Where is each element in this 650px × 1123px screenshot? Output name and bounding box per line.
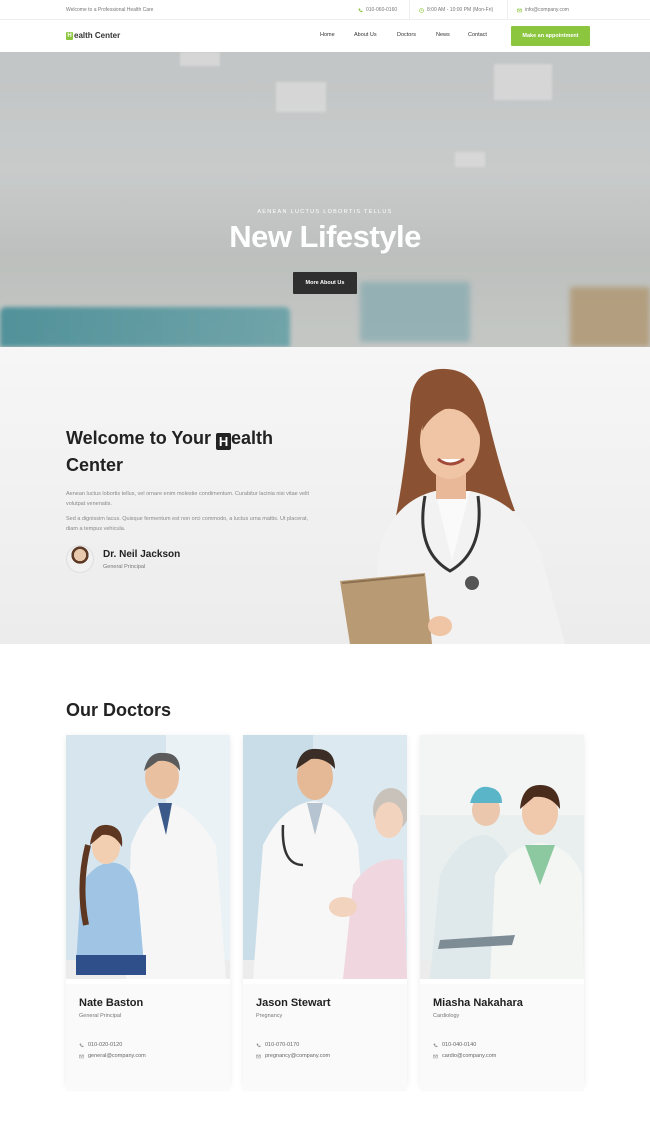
doctor-card[interactable]: Nate Baston General Principal 010-020-01… <box>66 735 230 1091</box>
doctor-role: General Principal <box>79 1013 122 1019</box>
welcome-title: Welcome to Your Health Center <box>66 425 326 479</box>
doctor-name: Jason Stewart <box>256 997 331 1009</box>
hero-kicker: Aenean luctus lobortis tellus <box>257 209 393 215</box>
more-about-button[interactable]: More About Us <box>293 272 357 294</box>
welcome-text: Welcome to a Professional Health Care <box>66 7 154 13</box>
welcome-paragraph-2: Sed a dignissim lacus. Quisque fermentum… <box>66 516 309 532</box>
email-text: pregnancy@company.com <box>265 1053 331 1059</box>
doctor-role: Cardiology <box>433 1013 460 1019</box>
site-logo[interactable]: H ealth Center <box>66 31 120 40</box>
mail-icon <box>433 1054 438 1058</box>
doctor-email[interactable]: pregnancy@company.com <box>256 1053 330 1059</box>
hours-text: 8:00 AM - 10:00 PM (Mon-Fri) <box>427 7 494 13</box>
email-info[interactable]: info@company.com <box>517 7 569 13</box>
appointment-button[interactable]: Make an appointment <box>511 26 590 46</box>
logo-mark: H <box>66 31 73 40</box>
email-text: cardio@company.com <box>442 1053 497 1059</box>
nav-item-home[interactable]: Home <box>320 32 354 38</box>
doctor-phone: 010-020-0120 <box>79 1042 122 1048</box>
mail-icon <box>256 1054 261 1058</box>
email-text: general@company.com <box>88 1053 146 1059</box>
welcome-title-pre: Welcome to Your <box>66 428 217 448</box>
phone-icon <box>433 1043 438 1047</box>
phone-text: 010-070-0170 <box>265 1042 300 1048</box>
hero-slider: Aenean luctus lobortis tellus New Lifest… <box>0 52 650 347</box>
top-info-bar: Welcome to a Professional Health Care 01… <box>0 0 650 20</box>
logo-text: ealth Center <box>74 31 121 40</box>
phone-info: 010-060-0160 <box>358 7 397 13</box>
mail-icon <box>517 8 522 12</box>
main-nav: H ealth Center Home About Us Doctors New… <box>0 20 650 52</box>
hours-info: 8:00 AM - 10:00 PM (Mon-Fri) <box>419 7 493 13</box>
doctor-photo <box>66 735 230 979</box>
section-title: Our Doctors <box>66 700 172 720</box>
nav-item-contact[interactable]: Contact <box>468 32 498 38</box>
nav-item-news[interactable]: News <box>436 32 468 38</box>
phone-icon <box>79 1043 84 1047</box>
phone-text: 010-020-0120 <box>88 1042 123 1048</box>
phone-icon <box>358 8 363 12</box>
clock-icon <box>419 7 424 13</box>
doctor-name: Nate Baston <box>79 997 144 1009</box>
doctor-phone: 010-070-0170 <box>256 1042 299 1048</box>
mail-icon <box>79 1054 84 1058</box>
doctor-card[interactable]: Jason Stewart Pregnancy 010-070-0170 pre… <box>243 735 409 1091</box>
doctor-card[interactable]: Miasha Nakahara Cardiology 010-040-0140 … <box>420 735 584 1091</box>
doctor-photo <box>420 735 584 979</box>
welcome-paragraph-1: Aenean luctus lobortis tellus, vel ornar… <box>66 491 310 507</box>
nav-item-doctors[interactable]: Doctors <box>397 32 436 38</box>
signature-role: General Principal <box>103 563 146 570</box>
doctor-phone: 010-040-0140 <box>433 1042 476 1048</box>
doctor-role: Pregnancy <box>256 1013 283 1019</box>
phone-text: 010-040-0140 <box>442 1042 477 1048</box>
hero-title: New Lifestyle <box>229 219 421 254</box>
welcome-section: Welcome to Your Health Center Aenean luc… <box>0 347 650 644</box>
signature-block: Dr. Neil Jackson General Principal <box>66 545 180 573</box>
nav-menu: Home About Us Doctors News Contact <box>320 32 498 38</box>
doctor-email[interactable]: cardio@company.com <box>433 1053 496 1059</box>
phone-icon <box>256 1043 261 1047</box>
signature-name: Dr. Neil Jackson <box>103 548 181 560</box>
doctor-name: Miasha Nakahara <box>433 997 523 1009</box>
h-logo-mark: H <box>216 433 232 450</box>
doctor-photo <box>243 735 409 979</box>
avatar <box>66 545 94 573</box>
email-text: info@company.com <box>525 7 569 13</box>
nav-item-about[interactable]: About Us <box>354 32 397 38</box>
doctor-photo <box>340 368 565 644</box>
phone-text: 010-060-0160 <box>366 7 398 13</box>
doctor-email[interactable]: general@company.com <box>79 1053 146 1059</box>
